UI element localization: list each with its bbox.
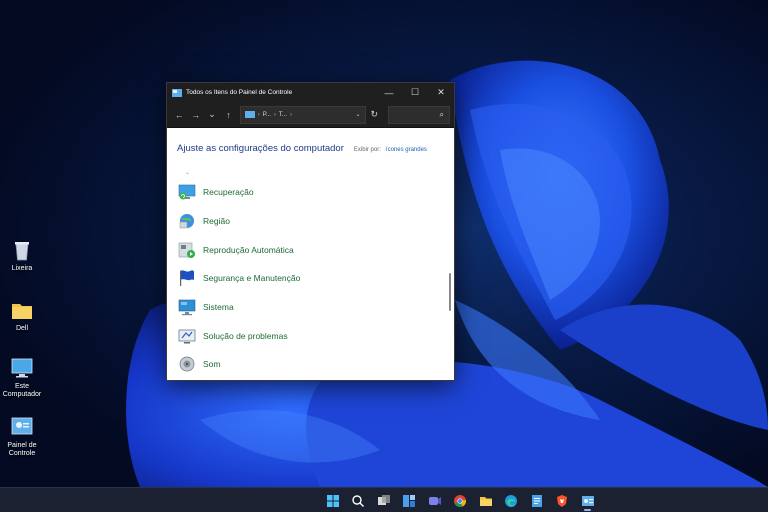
control-panel-icon: [581, 495, 594, 506]
desktop-icon-label: Este Computador: [2, 383, 42, 398]
view-by-label: Exibir por:: [353, 147, 381, 153]
desktop-icon-dell[interactable]: Dell: [2, 298, 42, 333]
computer-icon: [10, 356, 34, 380]
item-label: Solução de problemas: [203, 330, 288, 341]
file-explorer-icon: [479, 496, 492, 506]
control-panel-taskbar-button[interactable]: [575, 491, 601, 511]
control-panel-icon: [244, 111, 255, 118]
item-label: Região: [203, 216, 230, 227]
control-panel-window: Todos os Itens do Painel de Controle — ☐…: [166, 82, 455, 381]
desktop-icon-este-computador[interactable]: Este Computador: [2, 356, 42, 399]
item-reproducao-automatica[interactable]: Reprodução Automática: [177, 235, 300, 264]
sound-icon: [177, 354, 197, 374]
item-seguranca-e-manutencao[interactable]: Segurança e Manutenção: [177, 264, 300, 293]
up-button[interactable]: ↑: [220, 106, 236, 124]
breadcrumb-item[interactable]: P...: [263, 112, 271, 118]
item-sistema[interactable]: Sistema: [177, 293, 300, 322]
widgets-button[interactable]: [397, 491, 423, 510]
window-title: Todos os Itens do Painel de Controle: [186, 89, 293, 96]
item-label: Som: [203, 359, 221, 370]
breadcrumb-item[interactable]: T...: [279, 112, 287, 118]
edge-button[interactable]: [499, 491, 525, 510]
region-icon: [177, 211, 197, 231]
desktop-icon-recycle-bin[interactable]: Lixeira: [2, 238, 42, 273]
chevron-down-icon[interactable]: ⌄: [185, 169, 190, 176]
desktop-icon-label: Dell: [15, 325, 29, 332]
start-icon: [326, 494, 339, 507]
breadcrumb-separator: ›: [273, 111, 276, 118]
view-by-dropdown[interactable]: ícones grandes: [386, 147, 427, 153]
task-view-icon: [377, 494, 390, 505]
desktop-icon-label: Lixeira: [11, 265, 33, 272]
notepad-icon: [531, 494, 542, 507]
recent-locations-button[interactable]: ⌄: [204, 106, 220, 124]
folder-icon: [10, 298, 34, 322]
chat-button[interactable]: [422, 491, 448, 510]
item-label: Segurança e Manutenção: [203, 273, 301, 284]
troubleshooting-icon: [177, 326, 197, 346]
start-button[interactable]: [320, 491, 346, 510]
brave-button[interactable]: [550, 491, 576, 510]
item-label: Sistema: [203, 302, 234, 313]
notepad-button[interactable]: [524, 491, 550, 510]
edge-icon: [505, 494, 518, 507]
search-icon: [352, 494, 365, 507]
autoplay-icon: [177, 240, 197, 260]
control-panel-icon: [172, 88, 182, 97]
navigation-bar: ← → ⌄ ↑ › P... › T... › ⌄ ↻ ⌕: [167, 102, 454, 128]
close-button[interactable]: ✕: [428, 83, 454, 102]
control-panel-icon: [10, 415, 34, 439]
recycle-bin-icon: [10, 238, 34, 262]
refresh-button[interactable]: ↻: [366, 106, 383, 124]
file-explorer-button[interactable]: [473, 491, 499, 510]
item-label: Reprodução Automática: [203, 244, 294, 255]
control-panel-items: Recuperação Região Reprodução Automática…: [177, 178, 300, 379]
desktop-icon-label: Painel de Controle: [7, 442, 37, 457]
widgets-icon: [403, 494, 416, 507]
chrome-icon: [454, 494, 467, 507]
chat-icon: [428, 496, 441, 505]
search-icon: ⌕: [439, 109, 445, 119]
item-label: Recuperação: [203, 187, 254, 198]
taskbar: [0, 487, 768, 512]
chrome-button[interactable]: [448, 491, 474, 510]
content-pane: Ajuste as configurações do computador Ex…: [167, 128, 454, 380]
search-input[interactable]: ⌕: [387, 105, 451, 124]
taskbar-search-button[interactable]: [346, 491, 372, 510]
task-view-button[interactable]: [371, 491, 397, 510]
forward-button[interactable]: →: [187, 106, 203, 124]
breadcrumb-separator: ›: [289, 111, 292, 118]
item-solucao-de-problemas[interactable]: Solução de problemas: [177, 321, 300, 350]
breadcrumb-separator: ›: [257, 111, 260, 118]
maximize-button[interactable]: ☐: [402, 83, 428, 102]
desktop-icon-painel-de-controle[interactable]: Painel de Controle: [2, 415, 42, 458]
address-bar[interactable]: › P... › T... › ⌄: [239, 105, 366, 124]
system-icon: [177, 297, 197, 317]
security-flag-icon: [177, 268, 197, 288]
item-som[interactable]: Som: [177, 350, 300, 379]
vertical-scrollbar[interactable]: [449, 273, 451, 311]
page-title: Ajuste as configurações do computador: [177, 143, 344, 154]
recovery-icon: [177, 182, 197, 202]
item-recuperacao[interactable]: Recuperação: [177, 178, 300, 207]
chevron-down-icon[interactable]: ⌄: [356, 111, 361, 118]
item-regiao[interactable]: Região: [177, 207, 300, 236]
title-bar[interactable]: Todos os Itens do Painel de Controle — ☐…: [167, 83, 454, 102]
brave-icon: [557, 494, 568, 507]
minimize-button[interactable]: —: [376, 83, 402, 102]
back-button[interactable]: ←: [171, 106, 187, 124]
